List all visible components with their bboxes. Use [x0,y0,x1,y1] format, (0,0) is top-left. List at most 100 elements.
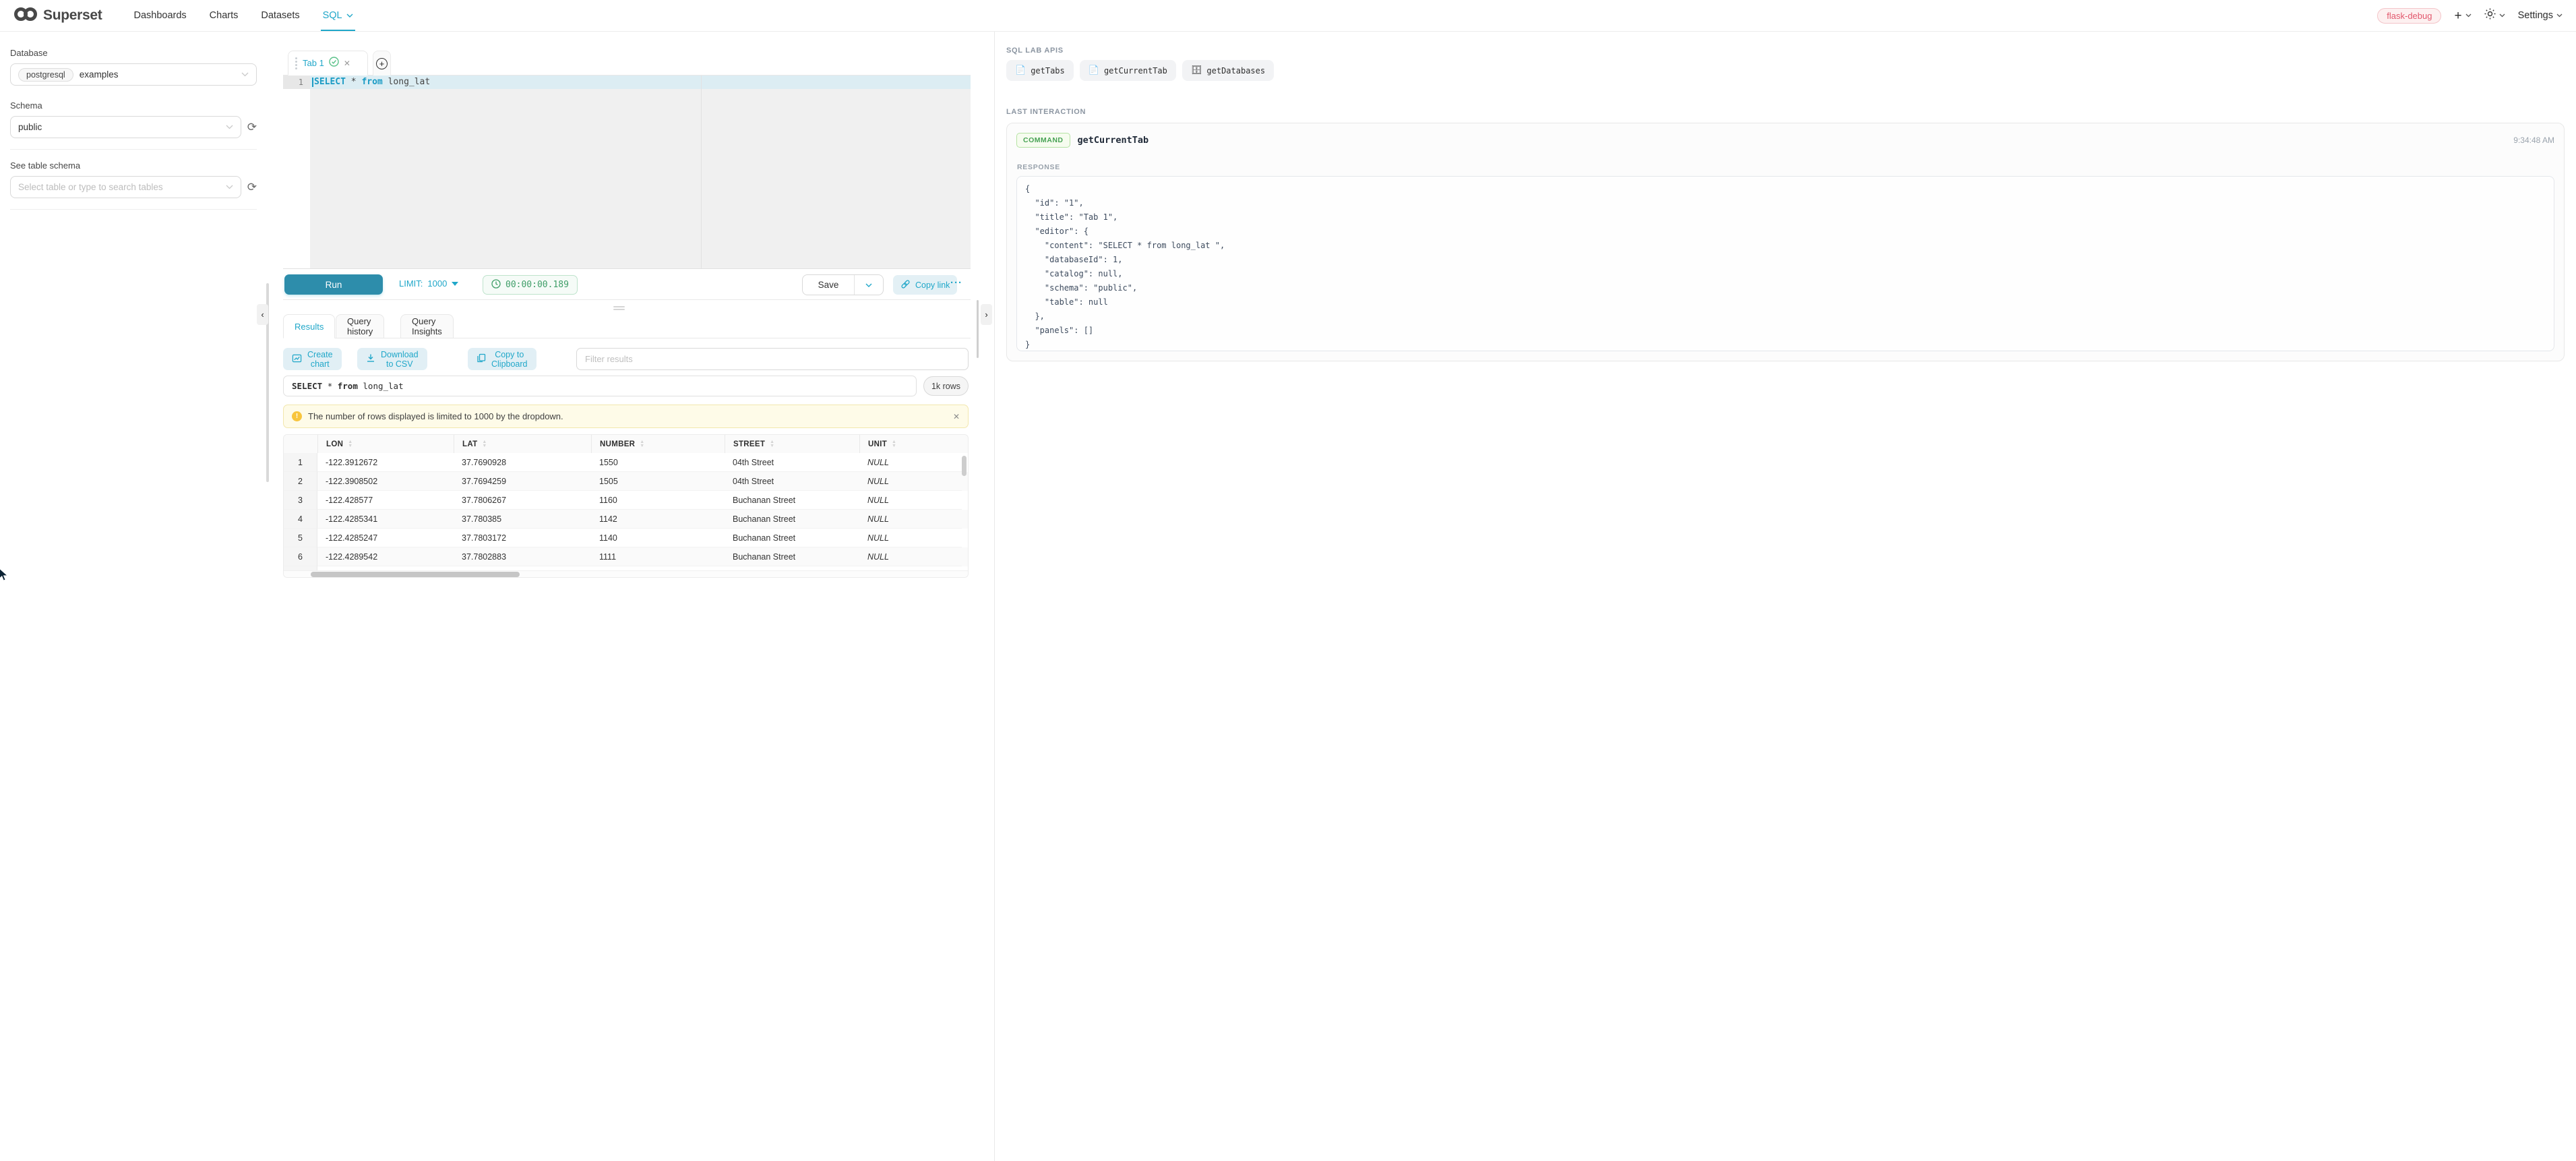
editor-toolbar: Run LIMIT: 1000 00:00:00.189 Save [283,270,971,300]
limit-label: LIMIT: [399,278,423,289]
query-preview: SELECT * from long_lat [283,376,917,396]
vertical-scrollbar-thumb[interactable] [962,456,967,476]
editor-tab-title: Tab 1 [303,58,324,68]
cabinet-icon: 🗄 [1191,65,1202,76]
settings-menu[interactable]: Settings [2518,10,2563,21]
sqllab-api-panel: SQL LAB APIS 📄 getTabs 📄 getCurrentTab 🗄… [994,32,2576,1161]
scrollbar-thumb[interactable] [311,572,520,577]
sort-icons[interactable]: ▲▼ [348,440,352,448]
download-csv-button[interactable]: Download to CSV [357,348,427,370]
table-select-placeholder: Select table or type to search tables [18,182,163,192]
table-select[interactable]: Select table or type to search tables [10,176,241,198]
table-cell: Buchanan Street [725,529,859,547]
nav-sql[interactable]: SQL [311,0,365,31]
table-row[interactable]: 2-122.390850237.7694259150504th StreetNU… [284,472,968,491]
row-limit-warning: ! The number of rows displayed is limite… [283,405,969,428]
more-actions-button[interactable]: ··· [950,277,962,289]
main-nav: Dashboards Charts Datasets SQL [122,0,364,31]
editor-active-line: 1 SELECT * from long_lat [283,76,971,89]
table-cell: NULL [859,547,962,566]
close-warning-icon[interactable]: ✕ [953,412,960,421]
theme-menu[interactable] [2484,8,2505,23]
copy-clipboard-button[interactable]: Copy to Clipboard [468,348,536,370]
refresh-tables-icon[interactable]: ⟳ [247,181,257,193]
new-item-menu[interactable]: + [2454,9,2471,22]
editor-gutter [283,89,310,268]
row-number-header [284,435,317,453]
save-split-button[interactable]: Save [802,274,884,295]
table-cell: 1140 [591,529,725,547]
horizontal-scrollbar[interactable] [284,570,968,577]
table-schema-label: See table schema [10,160,257,171]
sidebar-divider [10,209,257,210]
table-cell: NULL [859,491,962,510]
table-cell: 1142 [591,510,725,529]
superset-logo[interactable]: Superset [13,7,102,25]
api-buttons: 📄 getTabs 📄 getCurrentTab 🗄 getDatabases [1006,60,1274,81]
column-header[interactable]: STREET▲▼ [725,435,859,453]
column-header[interactable]: LAT▲▼ [454,435,591,453]
limit-dropdown[interactable]: LIMIT: 1000 [399,278,458,289]
refresh-schema-icon[interactable]: ⟳ [247,121,257,133]
table-cell: -122.4285341 [317,510,454,529]
table-cell: 37.7802883 [454,547,591,566]
pane-resize-handle[interactable] [613,305,625,311]
sql-code-editor[interactable]: 1 SELECT * from long_lat [283,76,971,269]
column-header[interactable]: LON▲▼ [317,435,454,453]
document-icon: 📄 [1015,65,1026,76]
table-row[interactable]: 5-122.428524737.78031721140Buchanan Stre… [284,529,968,547]
text-cursor [312,78,313,87]
main-scrollbar[interactable] [977,300,979,358]
sort-icons[interactable]: ▲▼ [482,440,487,448]
command-badge: COMMAND [1016,133,1070,148]
table-cell: NULL [859,529,962,547]
getdatabases-button[interactable]: 🗄 getDatabases [1182,60,1274,81]
api-panel-title: SQL LAB APIS [1006,47,1064,55]
schema-select[interactable]: public [10,116,241,138]
create-chart-button[interactable]: Create chart [283,348,342,370]
sort-icons[interactable]: ▲▼ [640,440,644,448]
editor-tab[interactable]: Tab 1 ✕ [288,51,368,76]
database-value: examples [80,69,119,80]
table-row[interactable]: 3-122.42857737.78062671160Buchanan Stree… [284,491,968,510]
copy-link-button[interactable]: Copy link [893,275,957,295]
table-row[interactable]: 6-122.428954237.78028831111Buchanan Stre… [284,547,968,566]
link-icon [900,279,911,291]
table-cell: 04th Street [725,472,859,491]
column-header[interactable]: NUMBER▲▼ [591,435,725,453]
table-cell: -122.4289542 [317,547,454,566]
table-cell: 37.7806267 [454,491,591,510]
sort-icons[interactable]: ▲▼ [892,440,896,448]
response-json-box: { "id": "1", "title": "Tab 1", "editor":… [1016,176,2554,351]
nav-dashboards[interactable]: Dashboards [122,0,197,31]
row-number: 2 [284,472,317,491]
close-tab-icon[interactable]: ✕ [344,59,350,68]
save-button[interactable]: Save [803,275,854,295]
save-options-button[interactable] [854,275,883,295]
table-cell: 1111 [591,547,725,566]
drag-handle-icon[interactable] [295,57,297,69]
tab-results[interactable]: Results [283,314,335,338]
elapsed-time: 00:00:00.189 [505,280,569,290]
collapse-api-panel-button[interactable]: › [981,304,992,325]
add-tab-button[interactable]: + [373,51,391,76]
table-row[interactable]: 4-122.428534137.7803851142Buchanan Stree… [284,510,968,529]
tab-query-insights[interactable]: Query Insights [400,314,454,338]
sort-icons[interactable]: ▲▼ [770,440,774,448]
filter-results-input[interactable] [576,348,969,370]
tab-query-history[interactable]: Query history [336,314,384,338]
chart-icon [292,353,302,365]
response-json: { "id": "1", "title": "Tab 1", "editor":… [1025,182,2546,351]
gettabs-button[interactable]: 📄 getTabs [1006,60,1074,81]
table-cell: 37.780385 [454,510,591,529]
table-row[interactable]: 1-122.391267237.7690928155004th StreetNU… [284,453,968,472]
query-timer-badge: 00:00:00.189 [483,275,578,295]
download-icon [366,353,375,365]
nav-charts[interactable]: Charts [198,0,250,31]
database-select[interactable]: postgresql examples [10,63,257,86]
column-header[interactable]: UNIT▲▼ [859,435,962,453]
nav-datasets[interactable]: Datasets [249,0,311,31]
collapse-sidebar-button[interactable]: ‹ [257,304,268,325]
getcurrenttab-button[interactable]: 📄 getCurrentTab [1080,60,1176,81]
run-button[interactable]: Run [284,274,383,295]
